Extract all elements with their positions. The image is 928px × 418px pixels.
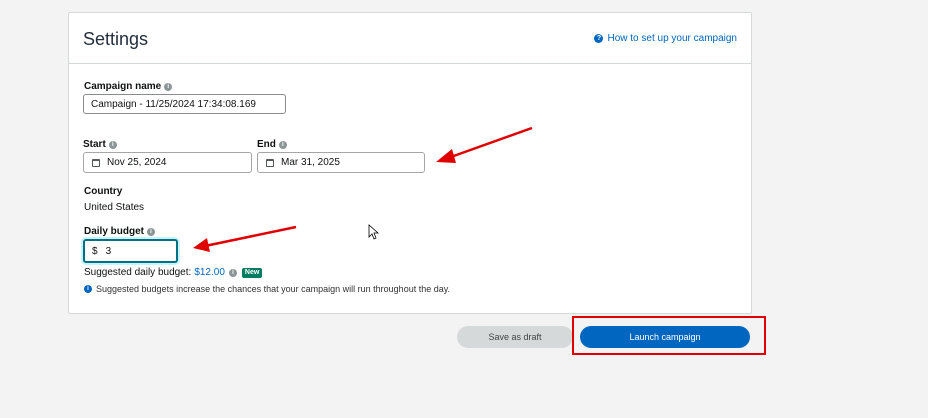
start-date-value: Nov 25, 2024 bbox=[107, 157, 167, 168]
suggested-amount[interactable]: $12.00 bbox=[194, 267, 225, 278]
new-badge: New bbox=[241, 267, 263, 278]
info-circle-icon: i bbox=[84, 285, 92, 293]
currency-symbol: $ bbox=[92, 245, 98, 257]
help-link-label: How to set up your campaign bbox=[607, 33, 737, 44]
end-date-input[interactable]: Mar 31, 2025 bbox=[257, 152, 425, 173]
save-draft-button[interactable]: Save as draft bbox=[457, 326, 573, 348]
settings-header: Settings ? How to set up your campaign bbox=[69, 13, 751, 64]
end-label-text: End bbox=[257, 139, 276, 150]
info-icon[interactable]: i bbox=[147, 228, 156, 236]
info-icon[interactable]: i bbox=[228, 268, 237, 277]
page-title: Settings bbox=[83, 29, 149, 49]
suggested-label: Suggested daily budget: bbox=[84, 267, 192, 278]
calendar-icon bbox=[266, 158, 274, 167]
daily-budget-value: 3 bbox=[105, 245, 112, 257]
calendar-icon bbox=[92, 158, 100, 167]
country-value: United States bbox=[84, 202, 145, 213]
campaign-name-label: Campaign name i bbox=[84, 81, 173, 92]
campaign-name-label-text: Campaign name bbox=[84, 81, 162, 92]
suggested-budget: Suggested daily budget: $12.00 i New bbox=[84, 267, 263, 278]
start-label: Start i bbox=[83, 139, 117, 150]
start-date-input[interactable]: Nov 25, 2024 bbox=[83, 152, 252, 173]
country-label: Country bbox=[84, 186, 123, 197]
help-icon: ? bbox=[594, 34, 604, 43]
suggestion-note: i Suggested budgets increase the chances… bbox=[84, 284, 450, 294]
campaign-name-input[interactable]: Campaign - 11/25/2024 17:34:08.169 bbox=[83, 94, 286, 114]
settings-panel: Settings ? How to set up your campaign C… bbox=[68, 12, 752, 314]
daily-budget-input[interactable]: $ 3 bbox=[83, 239, 178, 263]
start-label-text: Start bbox=[83, 139, 106, 150]
info-icon[interactable]: i bbox=[278, 141, 287, 149]
help-link[interactable]: ? How to set up your campaign bbox=[594, 33, 737, 44]
info-icon[interactable]: i bbox=[164, 83, 173, 91]
end-date-value: Mar 31, 2025 bbox=[281, 157, 340, 168]
end-label: End i bbox=[257, 139, 287, 150]
daily-budget-label-text: Daily budget bbox=[84, 226, 145, 237]
suggestion-note-text: Suggested budgets increase the chances t… bbox=[96, 284, 451, 294]
info-icon[interactable]: i bbox=[108, 141, 117, 149]
daily-budget-label: Daily budget i bbox=[84, 226, 156, 237]
launch-highlight-box bbox=[572, 316, 766, 355]
